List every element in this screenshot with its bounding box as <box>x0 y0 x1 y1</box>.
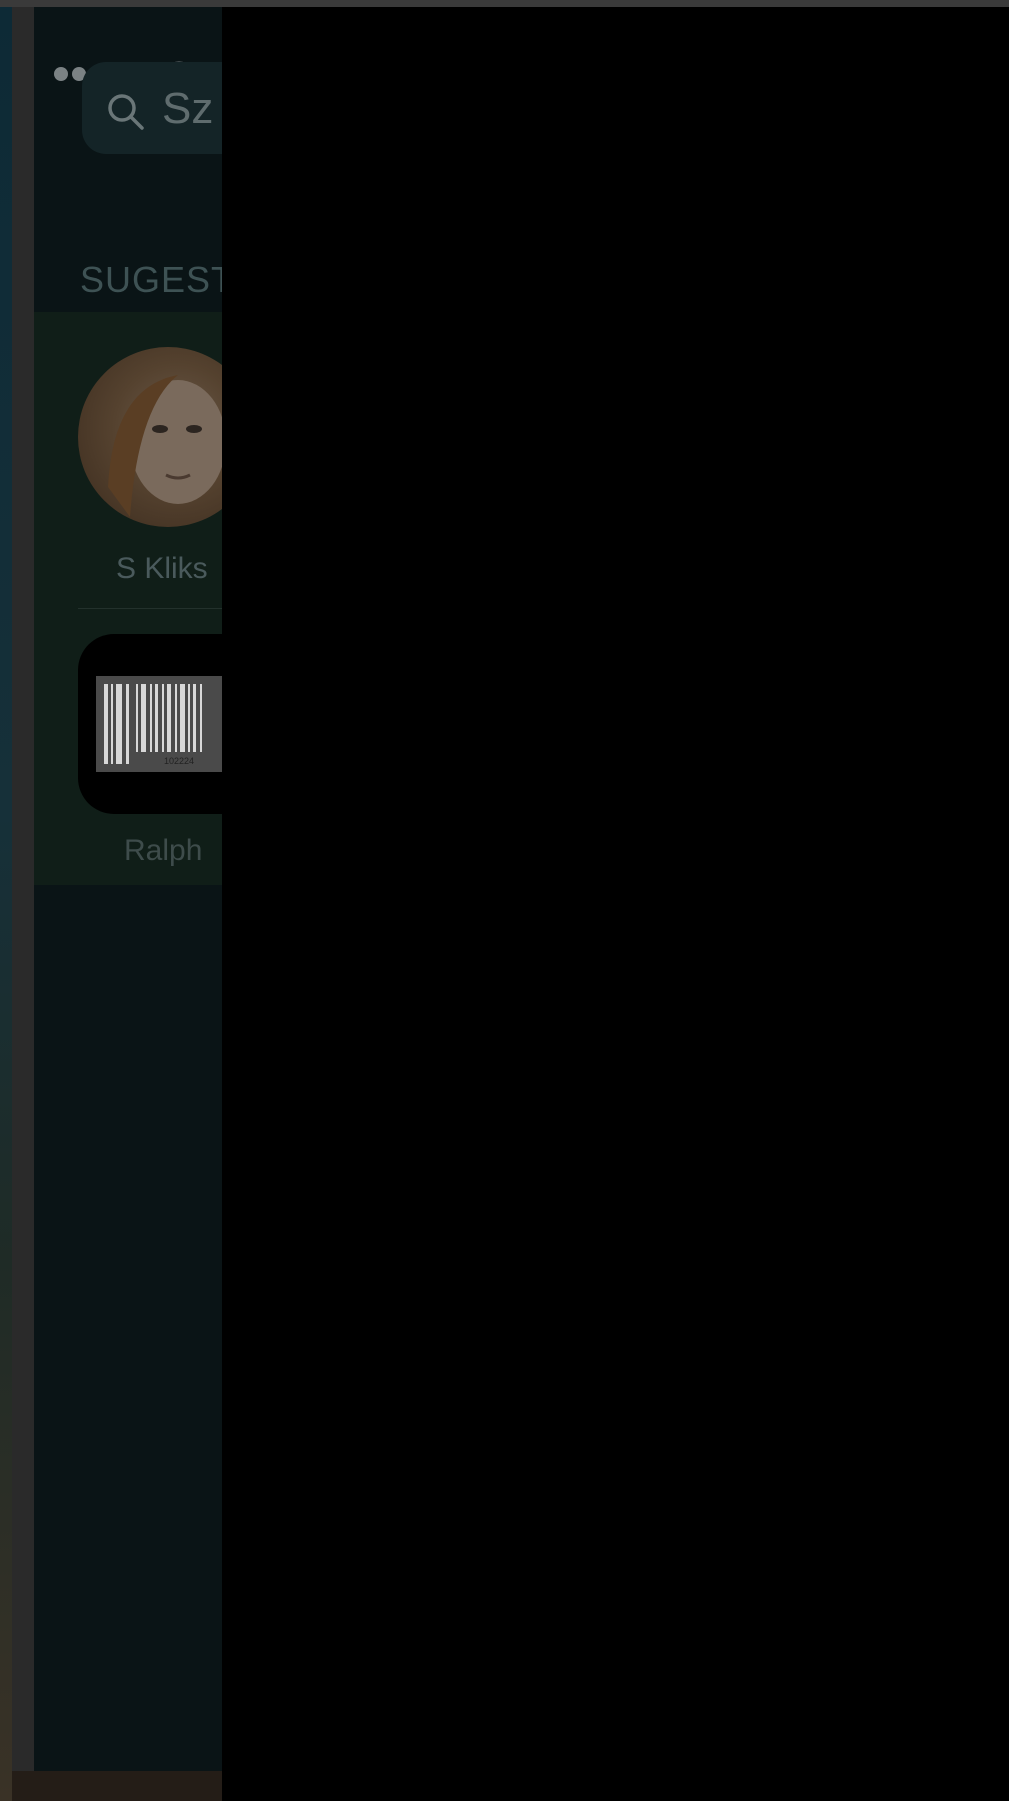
suggestions-heading: SUGEST <box>80 259 222 300</box>
app-name: Ralph <box>124 834 203 867</box>
phone-screen: Sz SUGEST S Kliks 102224 Ralph <box>34 7 222 1771</box>
barcode-number: 102224 <box>164 756 194 766</box>
barcode-icon: 102224 <box>96 676 222 772</box>
divider <box>78 608 222 609</box>
suggestions-panel: S Kliks 102224 Ralph <box>34 312 222 885</box>
search-icon <box>106 92 146 137</box>
contact-avatar[interactable] <box>78 347 222 527</box>
contact-name: S Kliks <box>116 552 208 585</box>
background-bottom-edge <box>12 1771 222 1801</box>
search-field[interactable]: Sz <box>82 62 222 154</box>
background-edge <box>0 7 12 1801</box>
window-top-bar <box>0 0 1009 7</box>
search-input[interactable]: Sz <box>162 84 213 134</box>
modal-overlay[interactable] <box>222 7 1009 1801</box>
app-icon-ralph[interactable]: 102224 <box>78 634 222 814</box>
